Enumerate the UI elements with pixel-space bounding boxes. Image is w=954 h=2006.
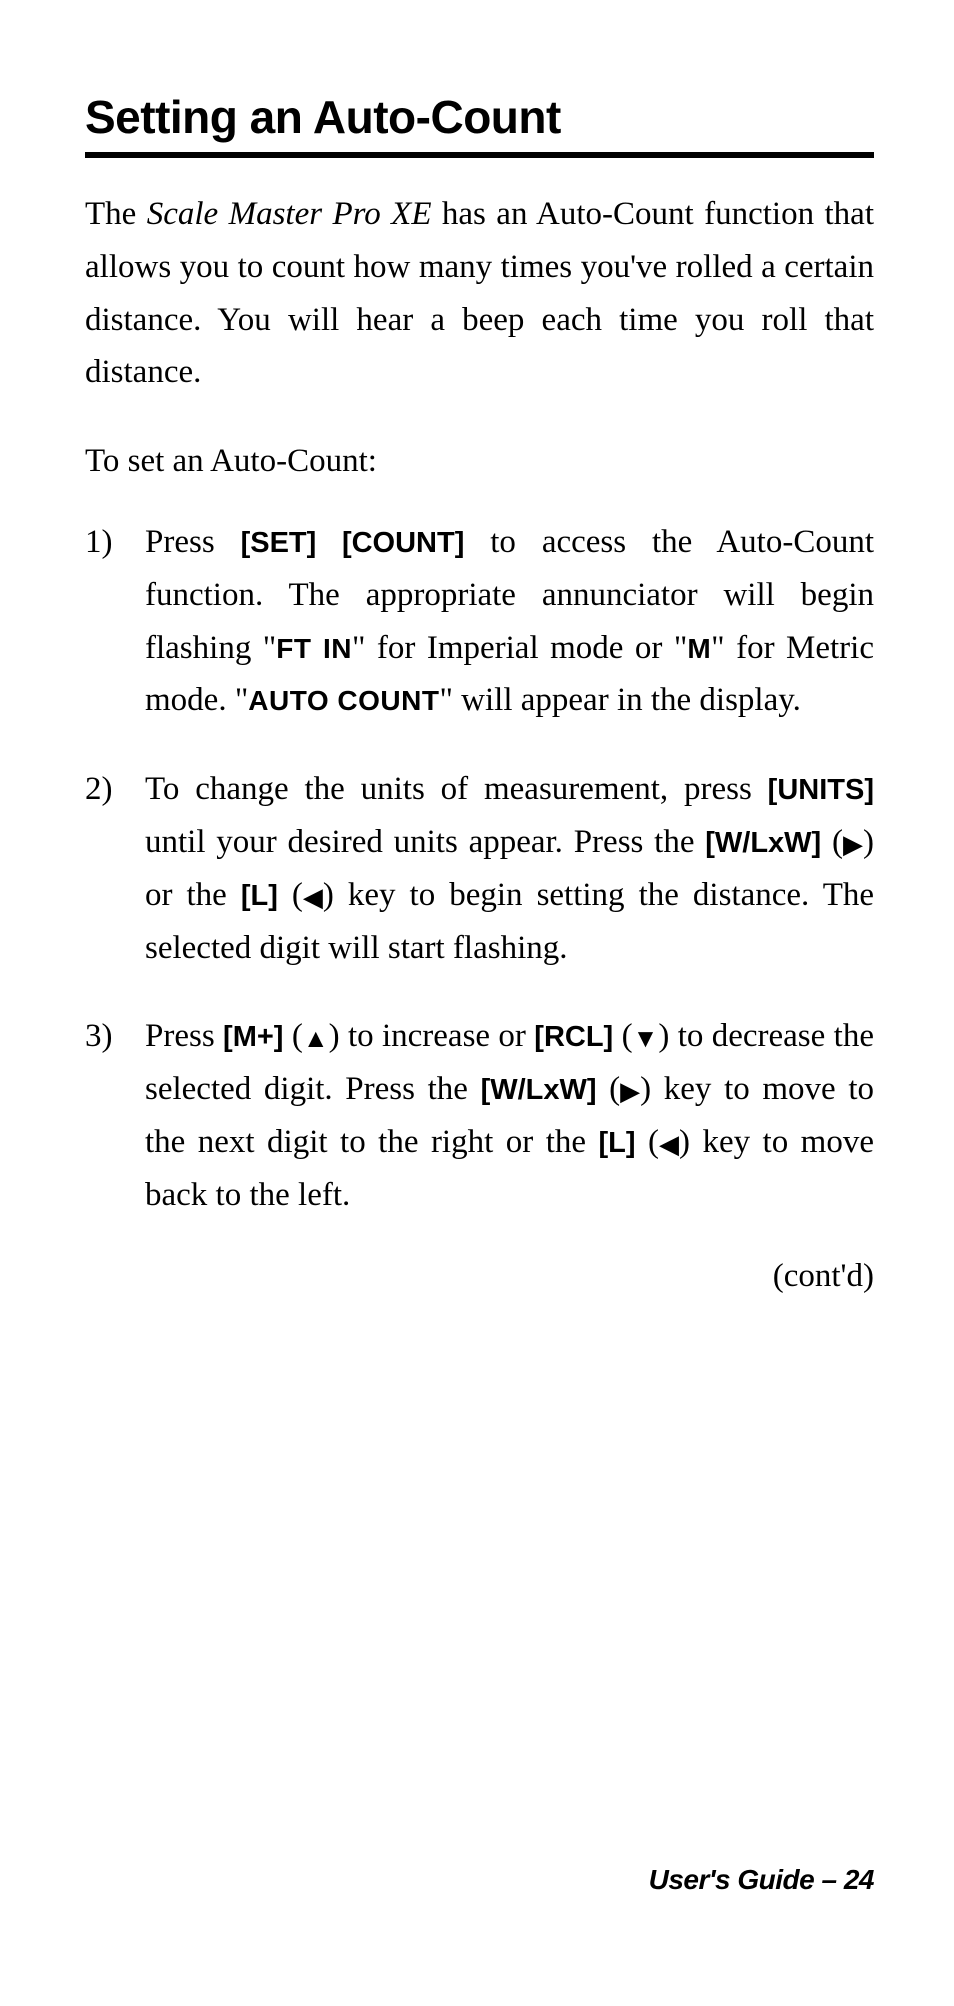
text: Press bbox=[145, 1018, 223, 1054]
left-arrow-icon: ◀ bbox=[303, 877, 323, 919]
key-l: [L] bbox=[241, 880, 278, 912]
step-2: 2) To change the units of measurement, p… bbox=[85, 763, 874, 974]
key-wlxw: [W/LxW] bbox=[481, 1074, 597, 1106]
right-arrow-icon: ▶ bbox=[620, 1071, 640, 1113]
product-name: Scale Master Pro XE bbox=[147, 196, 432, 232]
text: ( bbox=[613, 1018, 632, 1054]
key-l: [L] bbox=[598, 1127, 635, 1159]
text: until your desired units appear. Press t… bbox=[145, 824, 705, 860]
text: Press bbox=[145, 524, 241, 560]
annunciator-ft-in: FT IN bbox=[276, 633, 352, 664]
key-units: [UNITS] bbox=[768, 774, 874, 806]
steps-list: 1) Press [SET] [COUNT] to access the Aut… bbox=[85, 516, 874, 1222]
key-wlxw: [W/LxW] bbox=[705, 827, 821, 859]
down-arrow-icon: ▼ bbox=[633, 1018, 659, 1060]
key-set-count: [SET] [COUNT] bbox=[241, 527, 465, 559]
text: ( bbox=[597, 1071, 621, 1107]
step-3: 3) Press [M+] (▲) to increase or [RCL] (… bbox=[85, 1010, 874, 1221]
page-title: Setting an Auto-Count bbox=[85, 90, 874, 144]
step-body: Press [SET] [COUNT] to access the Auto-C… bbox=[145, 516, 874, 727]
lead-in-text: To set an Auto-Count: bbox=[85, 435, 874, 488]
text: ( bbox=[821, 824, 843, 860]
annunciator-m: M bbox=[687, 633, 711, 664]
text: To change the units of measurement, pres… bbox=[145, 771, 768, 807]
step-number: 1) bbox=[85, 516, 145, 727]
step-1: 1) Press [SET] [COUNT] to access the Aut… bbox=[85, 516, 874, 727]
left-arrow-icon: ◀ bbox=[659, 1124, 679, 1166]
step-body: Press [M+] (▲) to increase or [RCL] (▼) … bbox=[145, 1010, 874, 1221]
step-body: To change the units of measurement, pres… bbox=[145, 763, 874, 974]
text: ( bbox=[283, 1018, 302, 1054]
up-arrow-icon: ▲ bbox=[303, 1018, 329, 1060]
right-arrow-icon: ▶ bbox=[843, 824, 863, 866]
text: " for Imperial mode or " bbox=[352, 630, 687, 666]
intro-paragraph: The Scale Master Pro XE has an Auto-Coun… bbox=[85, 188, 874, 399]
key-mplus: [M+] bbox=[223, 1021, 283, 1053]
text: ( bbox=[278, 877, 303, 913]
text: ( bbox=[636, 1124, 659, 1160]
step-number: 2) bbox=[85, 763, 145, 974]
annunciator-auto-count: AUTO COUNT bbox=[248, 685, 439, 716]
page-footer: User's Guide – 24 bbox=[649, 1864, 874, 1896]
text: ) to increase or bbox=[329, 1018, 535, 1054]
title-rule bbox=[85, 152, 874, 158]
intro-prefix: The bbox=[85, 196, 147, 232]
text: " will appear in the display. bbox=[439, 682, 800, 718]
continued-indicator: (cont'd) bbox=[85, 1258, 874, 1295]
key-rcl: [RCL] bbox=[534, 1021, 613, 1053]
step-number: 3) bbox=[85, 1010, 145, 1221]
